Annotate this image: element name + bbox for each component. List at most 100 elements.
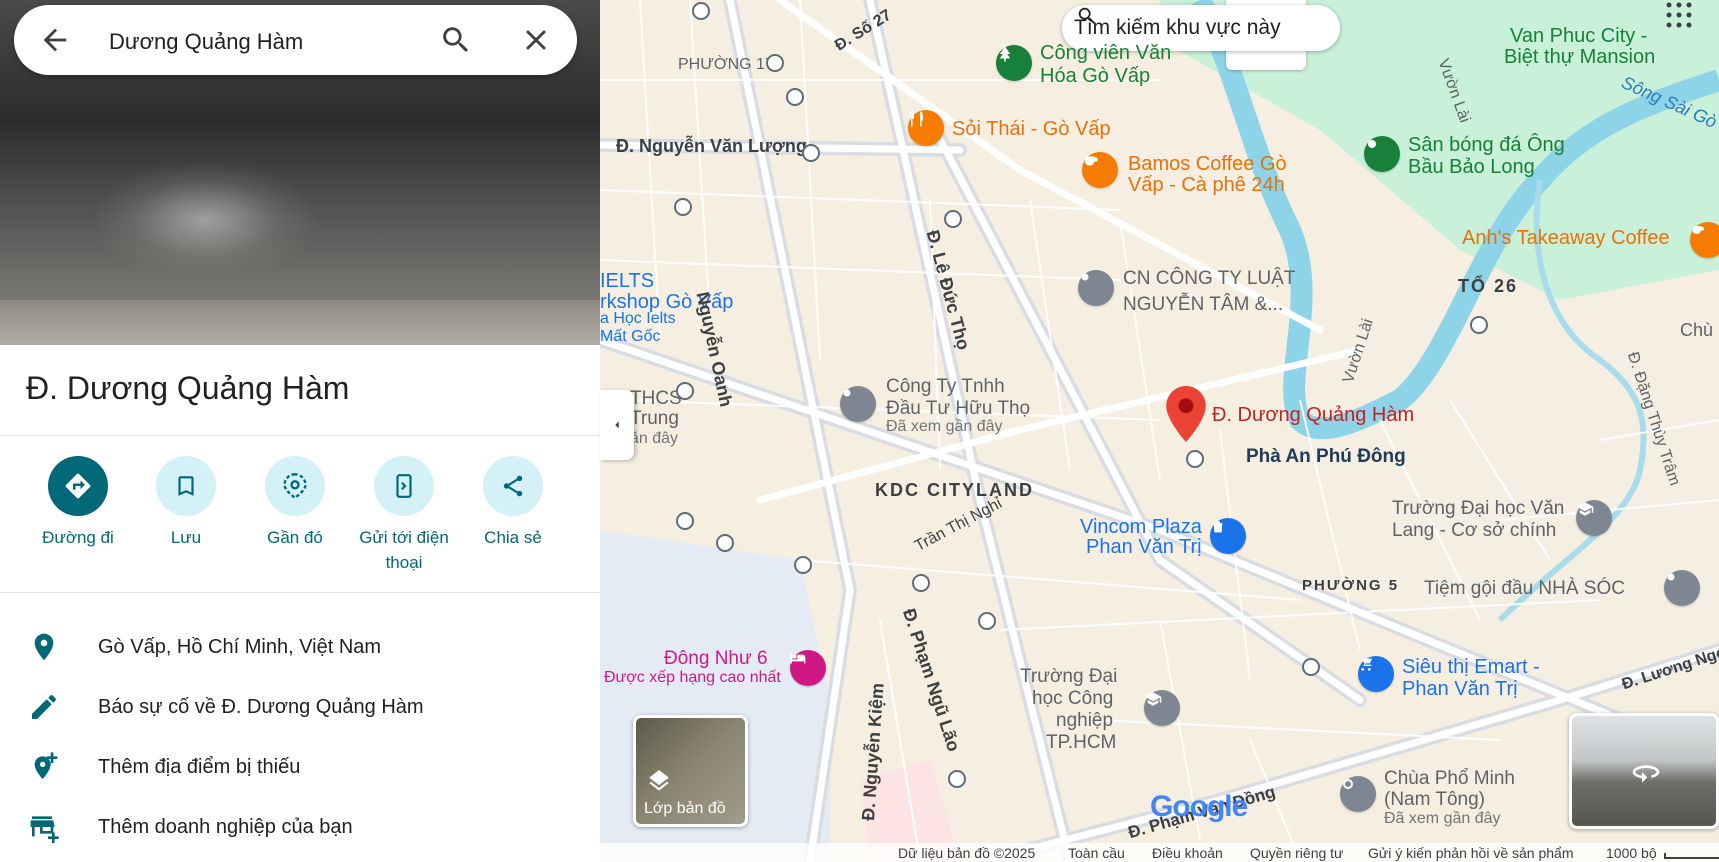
park-icon[interactable] — [996, 45, 1032, 81]
school-icon[interactable] — [1576, 500, 1612, 536]
collapse-panel-button[interactable] — [600, 390, 634, 460]
map-label-cn-cong-ty-1: CN CÔNG TY LUẬT — [1123, 268, 1296, 289]
search-this-area-label: Tìm kiếm khu vực này — [1074, 16, 1281, 39]
sports-field-icon[interactable] — [1364, 136, 1400, 172]
map-label-van-phuc-2: Biệt thự Mansion — [1504, 46, 1656, 68]
map-label-cong-ty-tnhh-1: Công Ty Tnhh — [886, 376, 1005, 397]
nearby-button[interactable]: Gần đó — [240, 456, 350, 550]
map-label-truong-cn-1: Trường Đại — [1020, 666, 1118, 687]
layers-label: Lớp bản đồ — [644, 800, 726, 817]
pencil-icon — [32, 695, 56, 719]
divider — [0, 592, 600, 593]
add-place-icon — [34, 752, 58, 779]
map-label-phuong17: PHƯỜNG 17 — [678, 56, 774, 73]
map-label-ielts-1: IELTS — [600, 270, 655, 292]
send-to-phone-label: Gửi tới điện thoại — [359, 528, 449, 572]
bus-stop-icon[interactable] — [794, 556, 812, 574]
map-label-san-bong-2: Bầu Bảo Long — [1408, 156, 1535, 178]
address-row[interactable]: Gò Vấp, Hồ Chí Minh, Việt Nam — [0, 621, 600, 671]
apps-grid-icon[interactable] — [1664, 0, 1694, 30]
google-logo: Google — [1150, 790, 1248, 824]
map-label-van-phuc-1: Van Phuc City - — [1510, 25, 1648, 47]
privacy-link[interactable]: Quyền riêng tư — [1250, 845, 1343, 861]
terms-link[interactable]: Điều khoản — [1152, 845, 1223, 861]
map-label-truong-cn-3: nghiệp — [1056, 710, 1114, 731]
report-issue-row[interactable]: Báo sự cố về Đ. Dương Quảng Hàm — [0, 681, 600, 731]
map-label-dong-nhu-1: Đông Như 6 — [664, 648, 768, 669]
directions-button[interactable]: Đường đi — [23, 456, 133, 550]
restaurant-icon[interactable] — [908, 110, 944, 146]
bus-stop-icon[interactable] — [692, 2, 710, 20]
search-icon[interactable] — [439, 23, 473, 57]
map-label-cn-cong-ty-2: NGUYỄN TÂM &... — [1123, 294, 1284, 315]
save-button[interactable]: Lưu — [131, 456, 241, 550]
bus-stop-icon[interactable] — [1470, 316, 1488, 334]
selected-location-pin-icon[interactable] — [1166, 386, 1206, 442]
shopping-cart-icon[interactable] — [1358, 656, 1394, 692]
company-icon[interactable] — [840, 386, 876, 422]
map-label-pha-an-phu-dong: Phà An Phú Đông — [1246, 446, 1406, 467]
share-button[interactable]: Chia sẻ — [458, 456, 568, 550]
send-to-phone-icon — [374, 456, 434, 516]
salon-icon[interactable] — [1664, 570, 1700, 606]
report-issue-text: Báo sự cố về Đ. Dương Quảng Hàm — [98, 696, 424, 718]
chevron-left-icon — [615, 421, 619, 429]
bus-stop-icon[interactable] — [1302, 658, 1320, 676]
send-to-phone-button[interactable]: Gửi tới điện thoại — [349, 456, 459, 575]
add-missing-place-row[interactable]: Thêm địa điểm bị thiếu — [0, 741, 600, 791]
map-label-chu: Chù — [1680, 320, 1714, 340]
map-label-to26: TỔ 26 — [1458, 276, 1519, 296]
scale-label: 1000 bộ — [1606, 845, 1657, 861]
bus-stop-icon[interactable] — [912, 574, 930, 592]
bus-stop-icon[interactable] — [676, 382, 694, 400]
search-input[interactable]: Dương Quảng Hàm — [109, 29, 303, 55]
bus-stop-icon[interactable] — [1186, 450, 1204, 468]
add-business-text: Thêm doanh nghiệp của bạn — [98, 816, 353, 838]
map-canvas[interactable]: ê Tìm kiếm khu vực này PHƯỜNG 17 Đ. Số 2… — [600, 0, 1719, 862]
close-icon[interactable] — [519, 23, 553, 57]
bus-stop-icon[interactable] — [948, 770, 966, 788]
add-business-icon — [30, 816, 59, 843]
bus-stop-icon[interactable] — [786, 88, 804, 106]
map-footer: Dữ liệu bản đồ ©2025 Toàn cầu Điều khoản… — [600, 843, 1719, 862]
map-label-van-lang-2: Lang - Cơ sở chính — [1392, 520, 1557, 541]
add-business-row[interactable]: Thêm doanh nghiệp của bạn — [0, 801, 600, 851]
school-icon[interactable] — [1144, 690, 1180, 726]
map-label-thcs-1: THCS — [630, 388, 682, 409]
bus-stop-icon[interactable] — [766, 54, 784, 72]
global-link[interactable]: Toàn cầu — [1068, 845, 1125, 861]
bus-stop-icon[interactable] — [674, 198, 692, 216]
cafe-icon[interactable] — [1082, 152, 1118, 188]
bus-stop-icon[interactable] — [676, 512, 694, 530]
search-icon — [1078, 7, 1095, 24]
share-label: Chia sẻ — [484, 528, 542, 547]
cafe-icon[interactable] — [1690, 222, 1719, 258]
add-missing-place-text: Thêm địa điểm bị thiếu — [98, 756, 301, 778]
feedback-link[interactable]: Gửi ý kiến phản hồi về sản phẩm — [1368, 845, 1574, 861]
map-label-nguyen-van-luong: Đ. Nguyễn Văn Lượng — [616, 136, 807, 156]
search-box[interactable]: Dương Quảng Hàm — [14, 5, 577, 75]
map-label-emart-1: Siêu thị Emart - — [1402, 656, 1540, 678]
map-label-selected-pin: Đ. Dương Quảng Hàm — [1212, 404, 1415, 426]
bus-stop-icon[interactable] — [944, 210, 962, 228]
nearby-label: Gần đó — [267, 528, 323, 547]
share-icon — [483, 456, 543, 516]
shopping-bag-icon[interactable] — [1210, 518, 1246, 554]
map-label-cong-ty-tnhh-3: Đã xem gần đây — [886, 418, 1003, 435]
hotel-icon[interactable] — [790, 650, 826, 686]
office-icon[interactable] — [1078, 270, 1114, 306]
address-text: Gò Vấp, Hồ Chí Minh, Việt Nam — [98, 636, 382, 658]
map-label-kdc-cityland: KDC CITYLAND — [875, 480, 1034, 500]
bus-stop-icon[interactable] — [978, 612, 996, 630]
scale-bar — [1664, 853, 1719, 859]
layers-button[interactable]: Lớp bản đồ — [633, 715, 748, 827]
bus-stop-icon[interactable] — [716, 534, 734, 552]
map-label-san-bong-1: Sân bóng đá Ông — [1408, 134, 1565, 156]
back-arrow-icon[interactable] — [38, 23, 72, 57]
street-view-thumbnail[interactable] — [1569, 713, 1719, 829]
map-label-soi-thai: Sỏi Thái - Gò Vấp — [952, 118, 1111, 140]
temple-icon[interactable] — [1340, 776, 1376, 812]
bus-stop-icon[interactable] — [802, 144, 820, 162]
map-label-cong-vien-1: Công viên Văn — [1040, 42, 1172, 64]
directions-icon — [48, 456, 108, 516]
